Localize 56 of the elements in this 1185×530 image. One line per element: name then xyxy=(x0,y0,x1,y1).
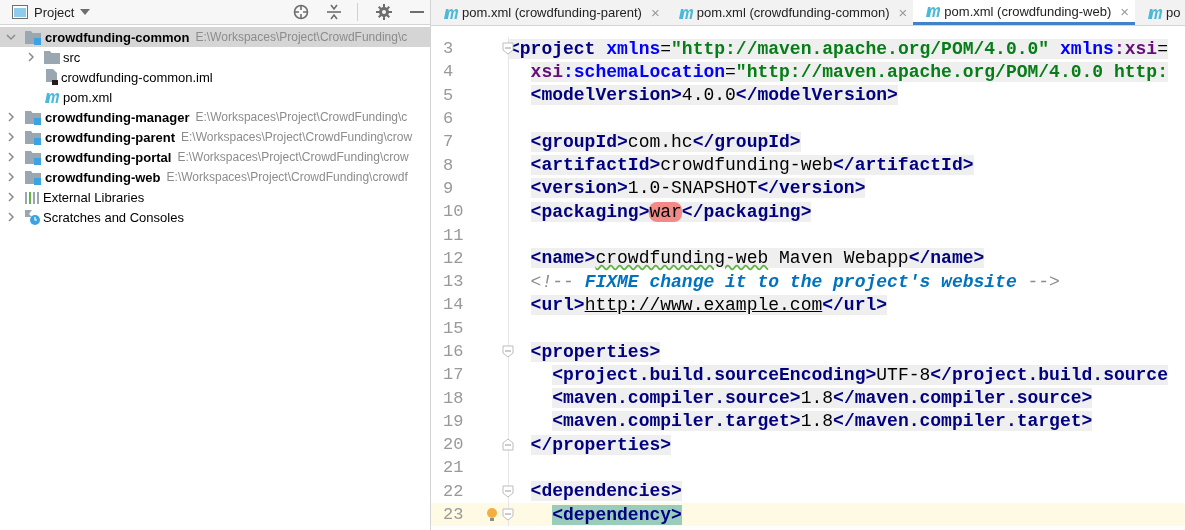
tree-item[interactable]: External Libraries xyxy=(0,187,430,207)
module-folder-icon xyxy=(24,149,42,165)
maven-file-icon xyxy=(925,4,942,18)
tree-item[interactable]: crowdfunding-manager E:\Workspaces\Project\CrowdFunding\c xyxy=(0,107,430,127)
line-number: 5 xyxy=(442,85,455,105)
module-folder-icon xyxy=(24,169,42,185)
editor-tab[interactable]: po xyxy=(1135,0,1185,25)
tree-item[interactable]: crowdfunding-common E:\Workspaces\Project\CrowdFunding\c xyxy=(0,27,430,47)
tree-item[interactable]: pom.xml xyxy=(0,87,430,107)
line-number: 22 xyxy=(442,481,465,501)
tree-item[interactable]: crowdfunding-web E:\Workspaces\Project\CrowdFunding\crowdf xyxy=(0,167,430,187)
folder-icon xyxy=(44,50,60,64)
minimize-icon xyxy=(410,11,424,13)
collapsed-chevron-icon xyxy=(26,52,36,62)
editor-tab[interactable]: pom.xml (crowdfunding-parent) × xyxy=(431,0,666,25)
line-number: 8 xyxy=(442,155,455,175)
collapse-icon xyxy=(327,4,341,20)
scratch-clock-icon xyxy=(24,209,40,225)
line-number: 6 xyxy=(442,109,455,129)
module-folder-icon xyxy=(24,109,42,125)
tree-item[interactable]: Scratches and Consoles xyxy=(0,207,430,227)
line-number: 4 xyxy=(442,62,455,82)
line-number: 11 xyxy=(442,225,465,245)
line-number: 10 xyxy=(442,202,465,222)
line-number: 9 xyxy=(442,178,455,198)
maven-file-icon xyxy=(44,90,60,104)
line-number: 3 xyxy=(442,39,455,59)
line-number: 13 xyxy=(442,272,465,292)
line-number: 20 xyxy=(442,435,465,455)
dropdown-caret-icon xyxy=(80,9,91,15)
expanded-chevron-icon xyxy=(6,32,16,42)
line-number: 7 xyxy=(442,132,455,152)
tree-item[interactable]: crowdfunding-portal E:\Workspaces\Project\CrowdFunding\crow xyxy=(0,147,430,167)
window-icon xyxy=(12,5,28,19)
line-number: 19 xyxy=(442,411,465,431)
file-icon xyxy=(44,69,58,85)
locate-icon xyxy=(293,4,309,20)
line-number: 21 xyxy=(442,458,465,478)
panel-title[interactable]: Project xyxy=(34,4,75,20)
tree-item[interactable]: src xyxy=(0,47,430,67)
tree-item[interactable]: crowdfunding-common.iml xyxy=(0,67,430,87)
line-number: 16 xyxy=(442,342,465,361)
line-number: 12 xyxy=(442,248,465,268)
line-number: 17 xyxy=(442,365,465,385)
settings-icon xyxy=(376,4,392,20)
line-number: 23 xyxy=(442,505,465,525)
editor-tab[interactable]: pom.xml (crowdfunding-web) × xyxy=(913,0,1135,25)
line-number: 18 xyxy=(442,388,465,408)
editor-tab[interactable]: pom.xml (crowdfunding-common) × xyxy=(665,0,914,25)
libraries-icon xyxy=(24,190,40,204)
tree-item[interactable]: crowdfunding-parent E:\Workspaces\Project\CrowdFunding\crow xyxy=(0,127,430,147)
line-number: 15 xyxy=(442,318,465,338)
code-line: <!-- FIXME change it to the project's website --> xyxy=(530,271,1060,292)
module-folder-icon xyxy=(24,129,42,145)
module-folder-icon xyxy=(24,29,42,45)
line-number: 14 xyxy=(442,295,465,315)
